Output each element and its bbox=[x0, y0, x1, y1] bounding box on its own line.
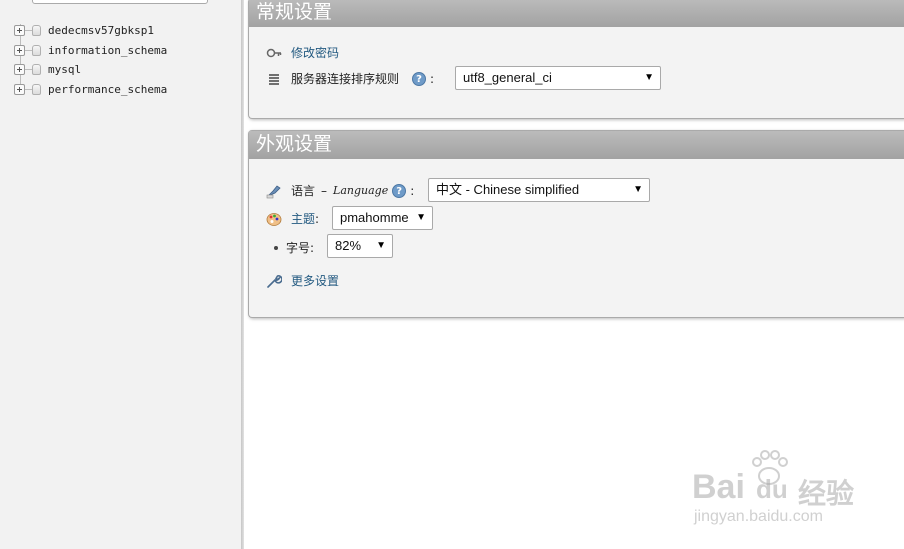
language-label-en: Language bbox=[333, 184, 389, 197]
collation-select[interactable]: utf8_general_ci ▼ bbox=[455, 66, 661, 90]
general-settings-panel: 常规设置 修改密码 服务器连接排序规则 ? : utf8_general_ci … bbox=[248, 0, 904, 119]
expand-icon[interactable] bbox=[14, 44, 25, 56]
database-name[interactable]: dedecmsv57gbksp1 bbox=[48, 24, 154, 37]
dropdown-arrow-icon: ▼ bbox=[644, 72, 654, 83]
database-icon bbox=[32, 83, 41, 95]
expand-icon[interactable] bbox=[14, 63, 25, 75]
database-icon bbox=[32, 44, 41, 56]
watermark-brand2: du bbox=[756, 474, 788, 504]
dropdown-arrow-icon: ▼ bbox=[416, 212, 426, 223]
watermark-url: jingyan.baidu.com bbox=[694, 508, 823, 525]
database-name[interactable]: information_schema bbox=[48, 44, 167, 57]
navigation-panel: dedecmsv57gbksp1 information_schema mysq… bbox=[0, 0, 241, 549]
expand-icon[interactable] bbox=[14, 24, 25, 36]
watermark-cn: 经验 bbox=[798, 478, 855, 509]
tree-branch bbox=[25, 68, 32, 70]
dropdown-arrow-icon: ▼ bbox=[633, 184, 643, 195]
db-tree-item[interactable]: performance_schema bbox=[14, 79, 167, 99]
panel-title: 外观设置 bbox=[249, 131, 904, 159]
tree-branch bbox=[25, 49, 32, 51]
collation-value: utf8_general_ci bbox=[463, 70, 552, 85]
wrench-icon bbox=[267, 274, 282, 288]
colon: : bbox=[430, 71, 435, 86]
db-tree-item[interactable]: mysql bbox=[14, 59, 81, 79]
font-size-label: 字号 bbox=[286, 241, 311, 255]
theme-row: 主题 : bbox=[266, 210, 319, 227]
font-size-row: 字号 : bbox=[274, 239, 314, 256]
language-value: 中文 - Chinese simplified bbox=[436, 182, 580, 197]
language-label: 语言 bbox=[291, 184, 316, 198]
dropdown-arrow-icon: ▼ bbox=[376, 240, 386, 251]
theme-link[interactable]: 主题 bbox=[291, 210, 315, 227]
appearance-settings-panel: 外观设置 语言 – Language ? : 中文 - Chinese simp… bbox=[248, 130, 904, 318]
database-icon bbox=[32, 24, 41, 36]
dash: – bbox=[321, 183, 328, 198]
key-icon bbox=[266, 48, 282, 57]
help-icon[interactable]: ? bbox=[392, 183, 407, 198]
theme-select[interactable]: pmahomme ▼ bbox=[332, 206, 433, 230]
watermark-brand: Bai bbox=[692, 468, 745, 506]
palette-icon bbox=[266, 212, 282, 226]
collation-row: 服务器连接排序规则 ? : bbox=[266, 70, 434, 87]
tree-branch bbox=[25, 88, 32, 90]
change-password-row[interactable]: 修改密码 bbox=[266, 44, 339, 61]
font-size-select[interactable]: 82% ▼ bbox=[327, 234, 393, 258]
database-filter-input[interactable] bbox=[32, 0, 208, 4]
language-select[interactable]: 中文 - Chinese simplified ▼ bbox=[428, 178, 650, 202]
expand-icon[interactable] bbox=[14, 83, 25, 95]
tree-branch bbox=[25, 29, 32, 31]
list-icon bbox=[269, 73, 279, 85]
more-settings-link[interactable]: 更多设置 bbox=[291, 272, 339, 289]
font-size-value: 82% bbox=[335, 238, 362, 253]
colon: : bbox=[310, 240, 315, 255]
change-password-link[interactable]: 修改密码 bbox=[291, 44, 339, 61]
bullet-icon bbox=[274, 245, 278, 250]
collation-label: 服务器连接排序规则 bbox=[291, 72, 400, 86]
database-icon bbox=[32, 63, 41, 75]
db-tree-item[interactable]: information_schema bbox=[14, 40, 167, 60]
theme-value: pmahomme bbox=[340, 210, 409, 225]
resize-handle[interactable] bbox=[241, 0, 244, 549]
database-name[interactable]: performance_schema bbox=[48, 83, 167, 96]
baidu-jingyan-watermark: Bai du 经验 jingyan.baidu.com bbox=[690, 448, 870, 538]
panel-title: 常规设置 bbox=[249, 0, 904, 27]
colon: : bbox=[315, 211, 320, 226]
db-tree-item[interactable]: dedecmsv57gbksp1 bbox=[14, 20, 154, 40]
help-icon[interactable]: ? bbox=[412, 71, 427, 86]
language-icon bbox=[266, 184, 281, 198]
language-row: 语言 – Language ? : bbox=[266, 182, 414, 199]
database-name[interactable]: mysql bbox=[48, 63, 81, 76]
more-settings-row[interactable]: 更多设置 bbox=[266, 272, 339, 289]
colon: : bbox=[410, 183, 415, 198]
